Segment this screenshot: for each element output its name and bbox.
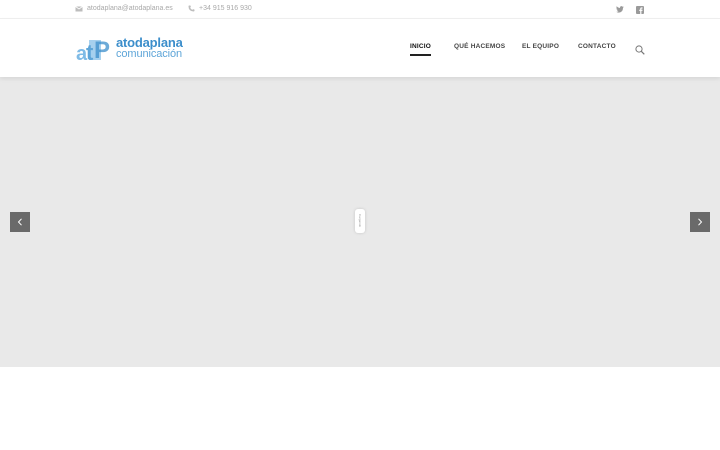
email-text: atodaplana@atodaplana.es [87, 5, 173, 12]
logo-text-comunicacion: comunicación [116, 48, 183, 60]
email-link[interactable]: atodaplana@atodaplana.es [75, 5, 173, 12]
mail-icon [75, 5, 83, 11]
chevron-left-icon [17, 218, 22, 226]
nav-item-el-equipo[interactable]: EL EQUIPO [522, 43, 559, 50]
search-icon [635, 45, 645, 55]
slider-prev-button[interactable] [10, 212, 30, 232]
chevron-right-icon [698, 218, 703, 226]
top-bar: atodaplana@atodaplana.es +34 915 916 930 [0, 0, 720, 19]
twitter-icon [615, 6, 624, 13]
phone-link[interactable]: +34 915 916 930 [188, 5, 252, 12]
svg-text:t: t [86, 40, 94, 62]
site-logo[interactable]: a t P atodaplana comunicación [76, 35, 196, 62]
logo-mark: a t P [76, 37, 110, 62]
search-button[interactable] [635, 42, 645, 55]
facebook-icon [635, 5, 644, 14]
nav-item-que-hacemos[interactable]: QUÉ HACEMOS [454, 43, 505, 50]
site-header: a t P atodaplana comunicación INICIO QUÉ… [0, 19, 720, 77]
twitter-link[interactable] [615, 5, 624, 14]
facebook-link[interactable] [635, 5, 644, 14]
loader-text: Cargando [358, 214, 362, 228]
slider-loader: Cargando [355, 209, 365, 233]
content-area [0, 367, 720, 450]
hero-slider: Cargando [0, 77, 720, 367]
nav-item-inicio[interactable]: INICIO [410, 43, 432, 56]
phone-icon [188, 5, 195, 12]
phone-text: +34 915 916 930 [199, 5, 252, 12]
svg-text:P: P [94, 37, 110, 62]
slider-next-button[interactable] [690, 212, 710, 232]
nav-item-contacto[interactable]: CONTACTO [578, 43, 616, 50]
